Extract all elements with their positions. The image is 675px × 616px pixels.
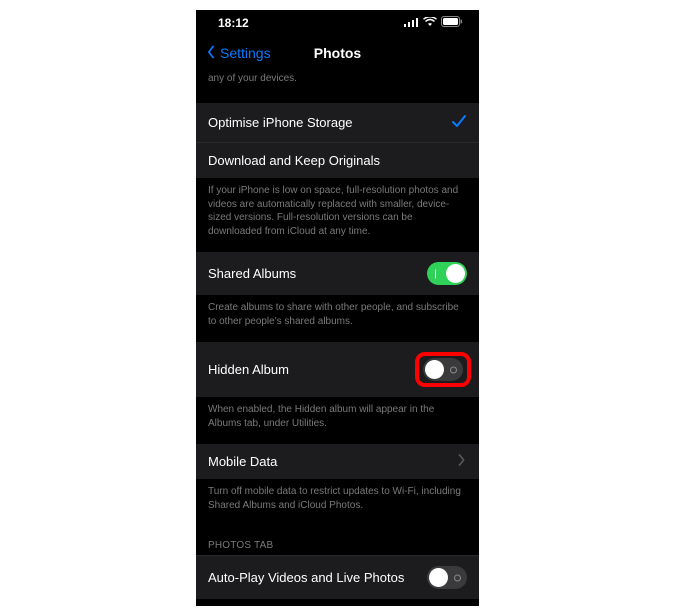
- row-label: Auto-Play Videos and Live Photos: [208, 570, 427, 585]
- mobile-data-group: Mobile Data Turn off mobile data to rest…: [196, 444, 479, 516]
- section-footer: If your iPhone is low on space, full-res…: [196, 178, 479, 242]
- optimise-storage-row[interactable]: Optimise iPhone Storage: [196, 103, 479, 142]
- back-label: Settings: [220, 45, 271, 61]
- row-label: Download and Keep Originals: [208, 153, 467, 168]
- shared-albums-group: Shared Albums Create albums to share wit…: [196, 252, 479, 332]
- row-label: Optimise iPhone Storage: [208, 115, 451, 130]
- section-header: PHOTOS TAB: [196, 526, 479, 555]
- row-label: Mobile Data: [208, 454, 457, 469]
- row-label: Hidden Album: [208, 362, 415, 377]
- mobile-data-row[interactable]: Mobile Data: [196, 444, 479, 479]
- screen: 18:12 Settings Photos any of your device…: [196, 10, 479, 606]
- hidden-album-group: Hidden Album When enabled, the Hidden al…: [196, 342, 479, 434]
- section-footer: Create albums to share with other people…: [196, 295, 479, 332]
- back-button[interactable]: Settings: [204, 45, 271, 62]
- row-label: Shared Albums: [208, 266, 427, 281]
- status-bar: 18:12: [196, 10, 479, 36]
- nav-bar: Settings Photos: [196, 36, 479, 70]
- hidden-album-row[interactable]: Hidden Album: [196, 342, 479, 397]
- photos-tab-group: PHOTOS TAB Auto-Play Videos and Live Pho…: [196, 526, 479, 599]
- checkmark-icon: [451, 113, 467, 132]
- battery-icon: [441, 16, 463, 30]
- download-originals-row[interactable]: Download and Keep Originals: [196, 142, 479, 178]
- status-indicators: [404, 16, 463, 30]
- chevron-left-icon: [204, 45, 218, 62]
- annotation-highlight: [415, 352, 471, 387]
- section-footer: When enabled, the Hidden album will appe…: [196, 397, 479, 434]
- settings-content[interactable]: any of your devices. Optimise iPhone Sto…: [196, 70, 479, 606]
- storage-group: Optimise iPhone Storage Download and Kee…: [196, 103, 479, 242]
- shared-albums-toggle[interactable]: [427, 262, 467, 285]
- shared-albums-row[interactable]: Shared Albums: [196, 252, 479, 295]
- hidden-album-toggle[interactable]: [423, 358, 463, 381]
- chevron-right-icon: [457, 454, 467, 469]
- cellular-icon: [404, 16, 419, 30]
- status-time: 18:12: [218, 16, 249, 30]
- wifi-icon: [423, 16, 437, 30]
- autoplay-toggle[interactable]: [427, 566, 467, 589]
- truncated-section-footer: any of your devices.: [196, 70, 479, 93]
- section-footer: Turn off mobile data to restrict updates…: [196, 479, 479, 516]
- autoplay-row[interactable]: Auto-Play Videos and Live Photos: [196, 555, 479, 599]
